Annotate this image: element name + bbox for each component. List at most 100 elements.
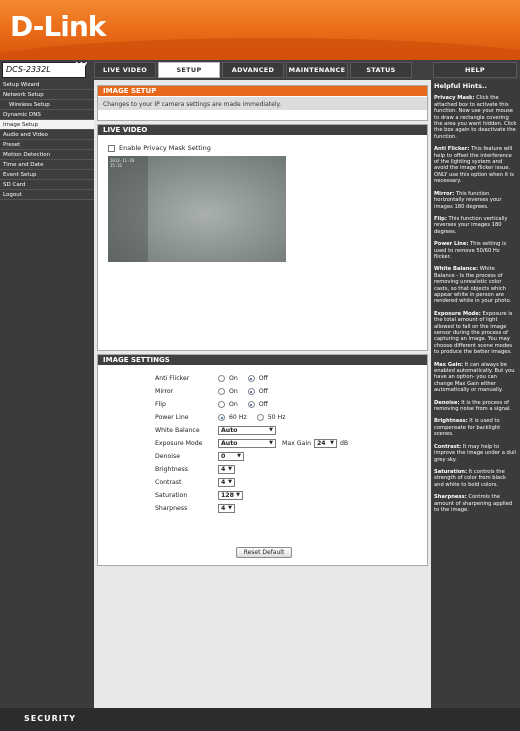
sidebar-item-event-setup[interactable]: Event Setup: [0, 170, 94, 180]
flip-on-radio[interactable]: [218, 401, 225, 408]
exposure-mode-row: Exposure Mode Auto ▼ Max Gain 24 ▼ dB: [155, 438, 348, 449]
sidebar-item-setup-wizard[interactable]: Setup Wizard: [0, 80, 94, 90]
saturation-select[interactable]: 128 ▼: [218, 491, 243, 500]
privacy-mask-label: Enable Privacy Mask Setting: [119, 144, 211, 152]
privacy-mask-checkbox[interactable]: [108, 144, 115, 152]
hint-term: Denoise:: [434, 399, 460, 406]
anti-flicker-row: Anti Flicker On Off: [155, 375, 268, 382]
hint-term: Mirror:: [434, 190, 455, 197]
hint-term: Power Line:: [434, 241, 469, 248]
tab-setup[interactable]: SETUP: [158, 62, 220, 78]
brightness-select[interactable]: 4 ▼: [218, 465, 235, 474]
image-settings-title: IMAGE SETTINGS: [98, 355, 427, 366]
tab-live-video[interactable]: LIVE VIDEO: [94, 62, 156, 78]
helpful-hints: Helpful Hints.. Privacy Mask: Click the …: [431, 80, 520, 708]
hint-text: White Balance - Is the process of removi…: [434, 266, 512, 305]
hint-item: Saturation: It controls the strength of …: [434, 469, 517, 488]
flip-off-radio[interactable]: [247, 401, 255, 408]
hint-term: Brightness:: [434, 418, 468, 425]
hint-text: Exposure is the total amount of light al…: [434, 310, 513, 356]
hint-term: White Balance:: [434, 266, 479, 273]
hint-item: Brightness: It is used to compensate for…: [434, 418, 517, 437]
tab-advanced[interactable]: ADVANCED: [222, 62, 284, 78]
sidebar-item-time-and-date[interactable]: Time and Date: [0, 160, 94, 170]
power-line-label: Power Line: [155, 414, 189, 421]
footer: SECURITY: [0, 708, 520, 731]
hint-item: Anti Flicker: This feature will help to …: [434, 146, 517, 184]
sidebar-item-image-setup[interactable]: Image Setup: [0, 120, 94, 130]
hint-item: Flip: This function vertically reverses …: [434, 216, 517, 235]
anti-flicker-on-radio[interactable]: [218, 375, 225, 382]
anti-flicker-label: Anti Flicker: [155, 375, 190, 382]
footer-security-label: SECURITY: [24, 714, 76, 723]
image-setup-description: Changes to your IP camera settings are m…: [98, 97, 427, 110]
hint-term: Saturation:: [434, 468, 468, 475]
sidebar-item-network-setup[interactable]: Network Setup: [0, 90, 94, 100]
mirror-label: Mirror: [155, 388, 174, 395]
sidebar-item-audio-and-video[interactable]: Audio and Video: [0, 130, 94, 140]
contrast-row: Contrast 4 ▼: [155, 477, 235, 488]
nav-slashes-decoration: ///: [72, 61, 87, 76]
live-video-feed[interactable]: 2013-11-26 15:31: [108, 156, 286, 262]
dlink-logo: D-Link: [10, 10, 106, 43]
mirror-on-radio[interactable]: [218, 388, 225, 395]
power-line-60hz-radio[interactable]: [218, 414, 225, 421]
hint-item: Max Gain: It can always be enabled autom…: [434, 362, 517, 394]
brightness-label: Brightness: [155, 466, 188, 473]
hint-text: Click the attached box to activate this …: [434, 95, 517, 140]
hint-item: Sharpness: Controls the amount of sharpe…: [434, 494, 517, 513]
saturation-row: Saturation 128 ▼: [155, 490, 243, 501]
image-settings-panel: IMAGE SETTINGS Anti Flicker On Off Mirro…: [97, 354, 428, 566]
mirror-off-radio[interactable]: [247, 388, 255, 395]
hint-item: Denoise: It is the process of removing n…: [434, 400, 517, 413]
exposure-mode-label: Exposure Mode: [155, 440, 203, 447]
sidebar-item-wireless-setup[interactable]: Wireless Setup: [0, 100, 94, 110]
tab-help[interactable]: HELP: [433, 62, 517, 78]
tab-maintenance[interactable]: MAINTENANCE: [286, 62, 348, 78]
sidebar-item-motion-detection[interactable]: Motion Detection: [0, 150, 94, 160]
exposure-mode-select[interactable]: Auto ▼: [218, 439, 276, 448]
hint-term: Anti Flicker:: [434, 146, 470, 153]
mirror-row: Mirror On Off: [155, 388, 268, 395]
video-timestamp: 2013-11-26 15:31: [110, 158, 135, 168]
hint-item: Power Line: This setting is used to remo…: [434, 241, 517, 260]
sidebar-item-logout[interactable]: Logout: [0, 190, 94, 200]
sidebar: Setup Wizard Network Setup Wireless Setu…: [0, 80, 94, 708]
reset-default-button[interactable]: Reset Default: [236, 547, 292, 558]
hints-title: Helpful Hints..: [434, 82, 487, 90]
tab-status[interactable]: STATUS: [350, 62, 412, 78]
hint-item: Exposure Mode: Exposure is the total amo…: [434, 311, 517, 356]
denoise-label: Denoise: [155, 453, 181, 460]
contrast-label: Contrast: [155, 479, 182, 486]
hint-term: Exposure Mode:: [434, 310, 481, 317]
live-video-title: LIVE VIDEO: [98, 125, 427, 136]
denoise-select[interactable]: 0 ▼: [218, 452, 244, 461]
flip-label: Flip: [155, 401, 166, 408]
max-gain-unit: dB: [340, 440, 349, 447]
anti-flicker-off-radio[interactable]: [247, 375, 255, 382]
top-nav: DCS-2332L /// LIVE VIDEO SETUP ADVANCED …: [0, 60, 520, 80]
denoise-row: Denoise 0 ▼: [155, 451, 244, 462]
image-setup-title: IMAGE SETUP: [98, 86, 427, 97]
power-line-row: Power Line 60 Hz 50 Hz: [155, 414, 286, 421]
main-content: IMAGE SETUP Changes to your IP camera se…: [94, 80, 431, 708]
white-balance-label: White Balance: [155, 427, 200, 434]
max-gain-select[interactable]: 24 ▼: [314, 439, 337, 448]
sidebar-item-preset[interactable]: Preset: [0, 140, 94, 150]
flip-row: Flip On Off: [155, 401, 268, 408]
brightness-row: Brightness 4 ▼: [155, 464, 235, 475]
live-video-panel: LIVE VIDEO Enable Privacy Mask Setting 2…: [97, 124, 428, 351]
sidebar-item-sd-card[interactable]: SD Card: [0, 180, 94, 190]
white-balance-select[interactable]: Auto ▼: [218, 426, 276, 435]
sharpness-select[interactable]: 4 ▼: [218, 504, 235, 513]
hint-term: Sharpness:: [434, 494, 467, 501]
power-line-50hz-radio[interactable]: [256, 414, 264, 421]
white-balance-row: White Balance Auto ▼: [155, 425, 276, 436]
header-banner: D-Link: [0, 0, 520, 60]
hint-term: Privacy Mask:: [434, 95, 475, 102]
contrast-select[interactable]: 4 ▼: [218, 478, 235, 487]
sidebar-item-dynamic-dns[interactable]: Dynamic DNS: [0, 110, 94, 120]
video-wall-shadow: [108, 156, 148, 262]
hint-term: Flip:: [434, 215, 447, 222]
hint-item: Mirror: This function horizontally rever…: [434, 191, 517, 210]
